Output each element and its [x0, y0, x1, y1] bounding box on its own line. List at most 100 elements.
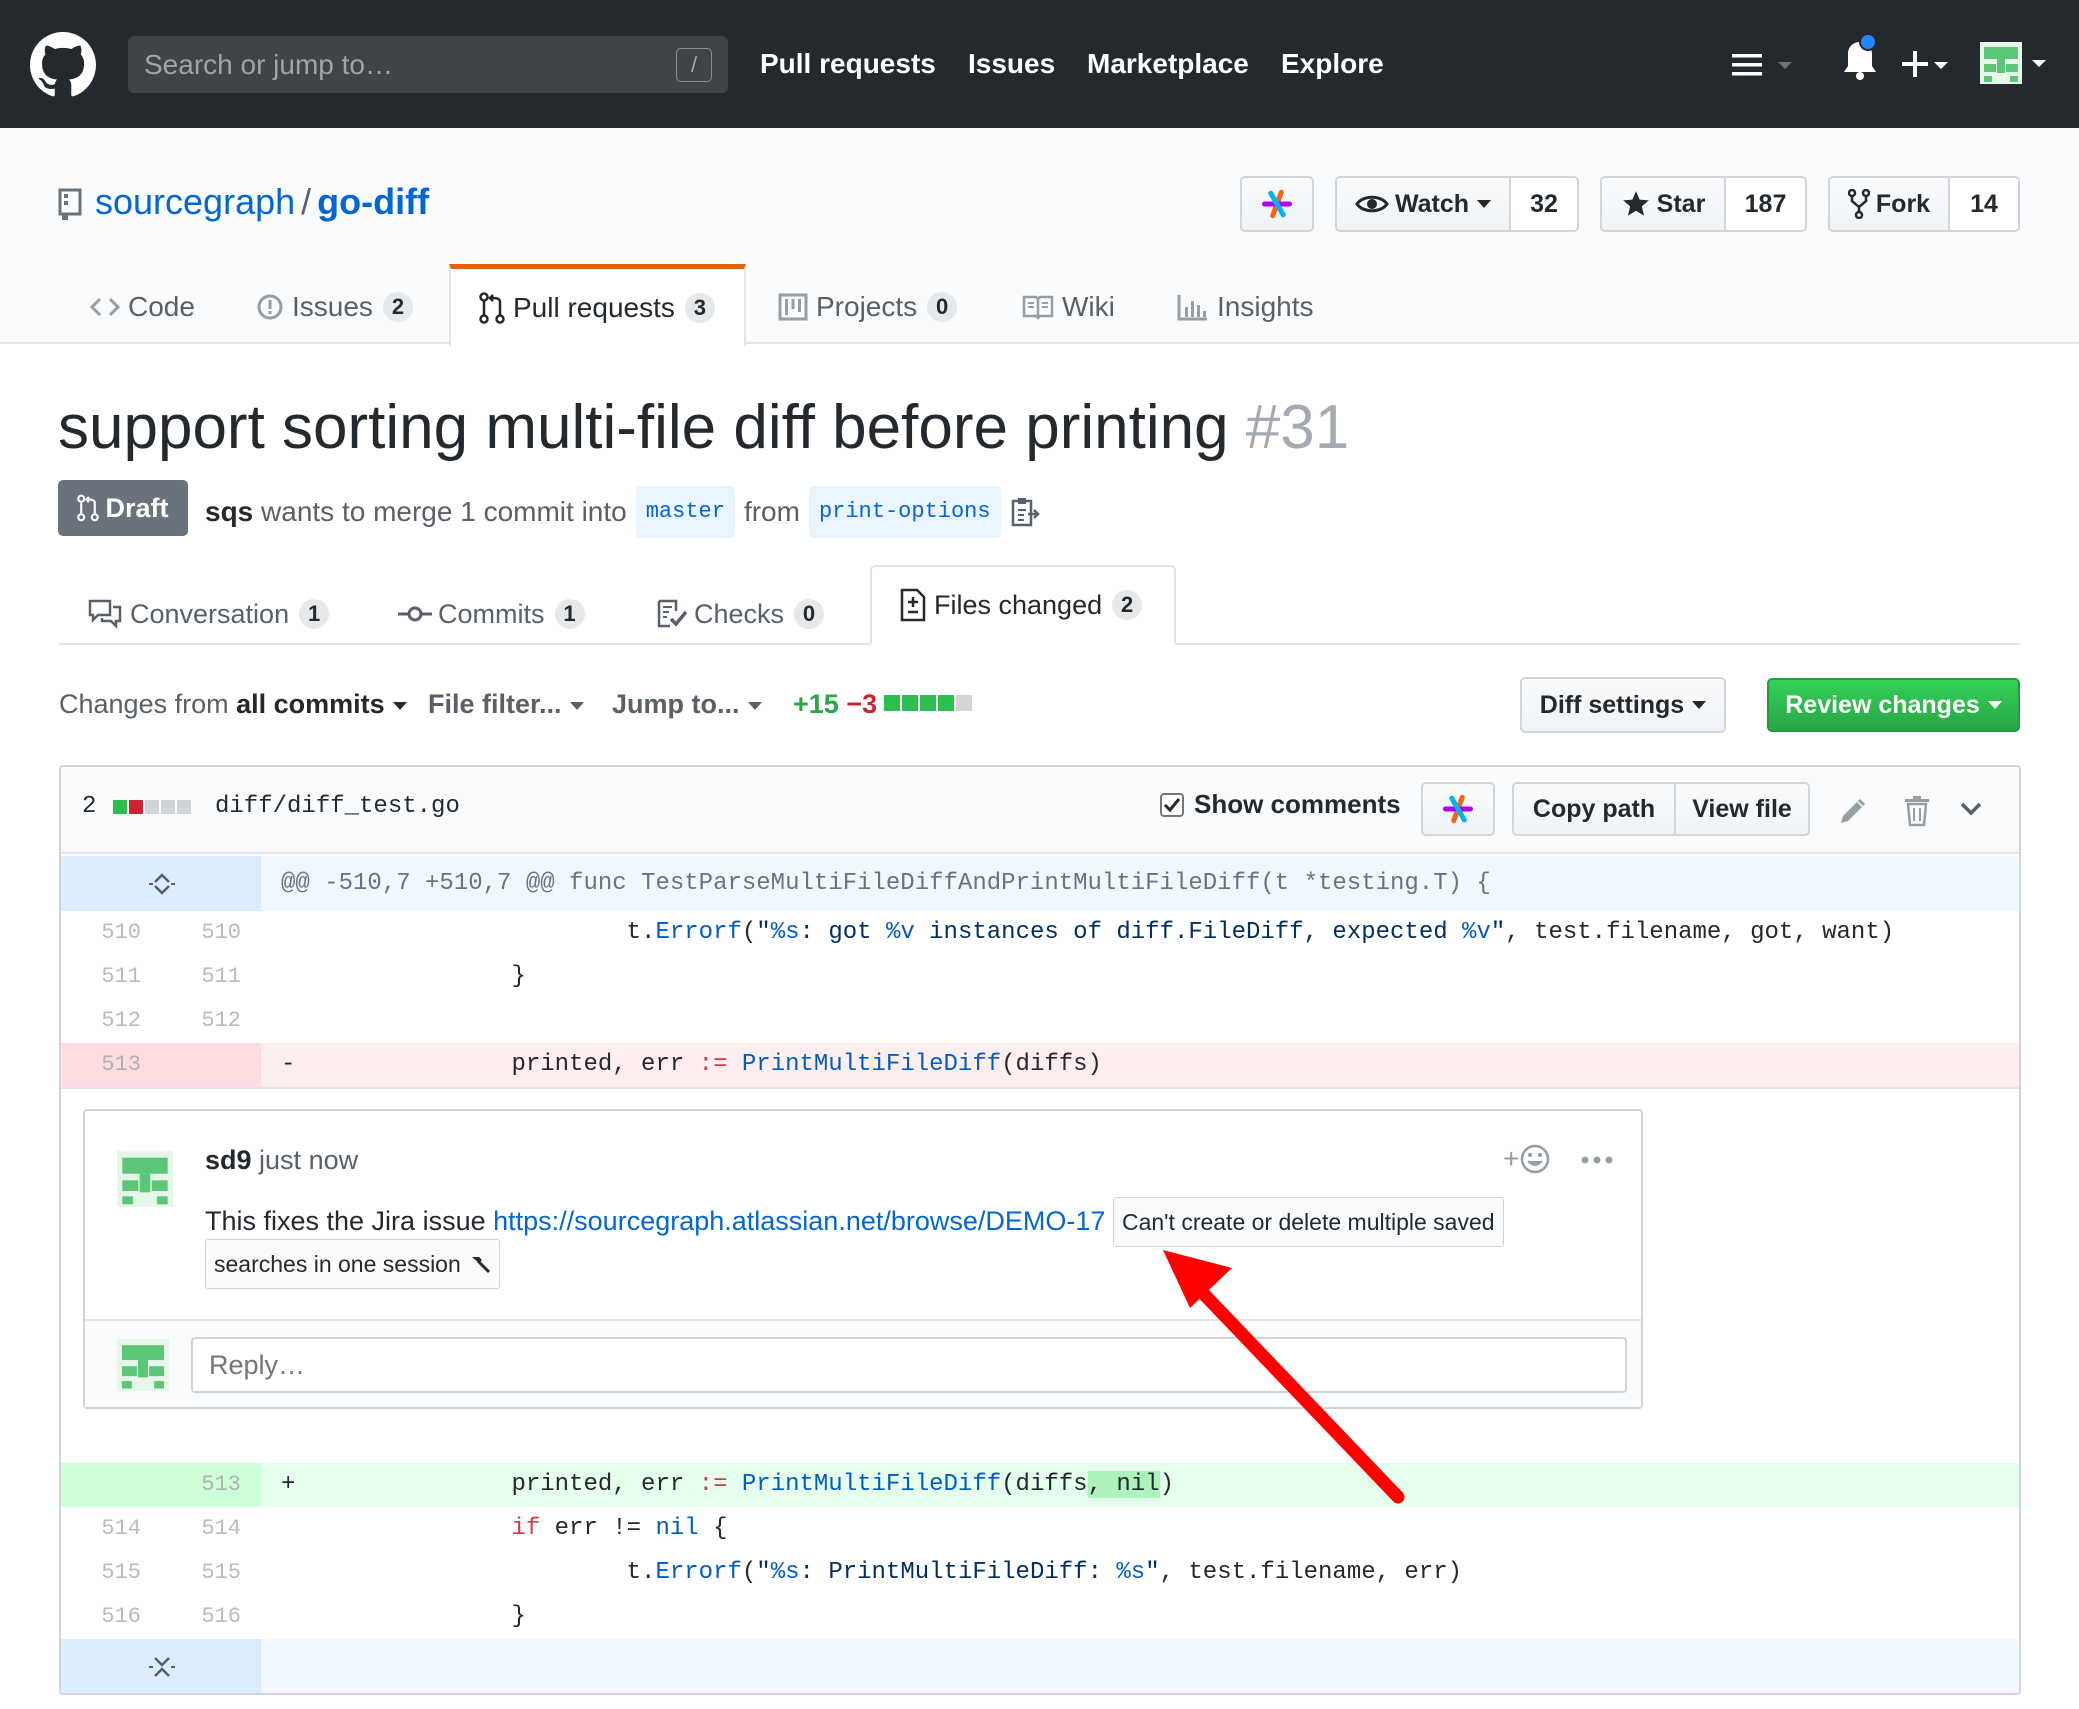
- new-line-number[interactable]: 512: [161, 999, 261, 1043]
- tab-commits-count: 1: [554, 599, 585, 629]
- deletions-count: −3: [846, 689, 878, 719]
- diffstat-neutral-square: [177, 800, 191, 814]
- tab-wiki-label: Wiki: [1062, 291, 1115, 322]
- search-box[interactable]: /: [128, 36, 728, 93]
- old-line-number[interactable]: 511: [61, 955, 161, 999]
- diff-line: 514 514 if err != nil {: [61, 1507, 2019, 1551]
- nav-explore[interactable]: Explore: [1281, 44, 1384, 84]
- commenter-avatar-icon[interactable]: [117, 1151, 173, 1207]
- hunk-header-text: @@ -510,7 +510,7 @@ func TestParseMultiF…: [281, 870, 1491, 897]
- tab-issues-count: 2: [382, 292, 413, 322]
- old-line-number[interactable]: 516: [61, 1595, 161, 1639]
- fork-button[interactable]: Fork: [1828, 176, 1950, 232]
- star-count[interactable]: 187: [1726, 176, 1807, 232]
- code-icon: [90, 297, 120, 317]
- view-file-button[interactable]: View file: [1674, 782, 1810, 836]
- hamburger-menu-icon[interactable]: [1730, 50, 1800, 80]
- reply-bar: [85, 1319, 1641, 1407]
- new-line-number[interactable]: 514: [161, 1507, 261, 1551]
- old-line-number[interactable]: 513: [61, 1043, 161, 1087]
- kebab-menu-icon[interactable]: [1581, 1155, 1613, 1165]
- clipboard-copy-icon[interactable]: [1010, 496, 1040, 528]
- watch-button[interactable]: Watch: [1335, 176, 1511, 232]
- new-line-number[interactable]: 516: [161, 1595, 261, 1639]
- comment-author-link[interactable]: sd9: [205, 1145, 252, 1175]
- user-avatar-icon[interactable]: [1980, 42, 2048, 86]
- jump-to-dropdown[interactable]: Jump to...: [612, 686, 762, 722]
- old-line-number[interactable]: 510: [61, 911, 161, 955]
- fork-icon: [1847, 189, 1870, 219]
- fork-count[interactable]: 14: [1950, 176, 2020, 232]
- eye-icon: [1355, 195, 1389, 213]
- star-button[interactable]: Star: [1600, 176, 1726, 232]
- new-line-number[interactable]: 511: [161, 955, 261, 999]
- tab-wiki[interactable]: Wiki: [1022, 270, 1115, 344]
- nav-marketplace[interactable]: Marketplace: [1087, 44, 1249, 84]
- diff-settings-button[interactable]: Diff settings: [1520, 677, 1726, 733]
- tab-projects-count: 0: [927, 292, 958, 322]
- base-branch[interactable]: master: [635, 486, 735, 538]
- tab-pull-requests-count: 3: [684, 292, 715, 323]
- checkbox-checked-icon[interactable]: [1160, 792, 1184, 817]
- old-line-number[interactable]: 515: [61, 1551, 161, 1595]
- tab-issues[interactable]: Issues 2: [256, 270, 413, 344]
- diffstat-neutral-square: [161, 800, 175, 814]
- nav-issues[interactable]: Issues: [968, 44, 1055, 84]
- chevron-down-icon[interactable]: [1959, 799, 1983, 819]
- changes-from-dropdown[interactable]: Changes from all commits: [59, 686, 407, 722]
- tab-commits[interactable]: Commits 1: [398, 585, 585, 643]
- old-line-number[interactable]: 514: [61, 1507, 161, 1551]
- file-filter-dropdown[interactable]: File filter...: [428, 686, 584, 722]
- github-logo-icon[interactable]: [30, 32, 96, 98]
- notifications-bell-icon[interactable]: [1838, 34, 1882, 84]
- search-input[interactable]: [144, 36, 664, 93]
- copy-path-button[interactable]: Copy path: [1512, 782, 1676, 836]
- file-path-link[interactable]: diff/diff_test.go: [215, 793, 460, 820]
- issue-opened-icon: [257, 294, 283, 320]
- show-comments-toggle[interactable]: Show comments: [1160, 789, 1401, 820]
- line-code: printed, err := PrintMultiFileDiff(diffs…: [281, 1051, 1102, 1078]
- tab-code[interactable]: Code: [90, 270, 195, 344]
- changes-value: all commits: [236, 689, 385, 719]
- jira-issue-link[interactable]: https://sourcegraph.atlassian.net/browse…: [493, 1206, 1105, 1236]
- hunk-footer-row: [61, 1639, 2019, 1693]
- git-pull-request-icon: [77, 494, 100, 522]
- review-changes-button[interactable]: Review changes: [1767, 678, 2020, 732]
- create-new-plus-icon[interactable]: [1900, 48, 1952, 82]
- pr-author-link[interactable]: sqs: [205, 490, 253, 534]
- new-line-number[interactable]: 513: [161, 1463, 261, 1507]
- tab-pull-requests[interactable]: Pull requests 3: [449, 264, 746, 346]
- jump-to-label: Jump to...: [612, 689, 740, 719]
- old-line-number-empty: [61, 1463, 161, 1507]
- tab-checks[interactable]: Checks 0: [656, 585, 825, 643]
- tab-insights[interactable]: Insights: [1177, 270, 1314, 344]
- old-line-number[interactable]: 512: [61, 999, 161, 1043]
- pencil-edit-icon[interactable]: [1837, 797, 1867, 827]
- tab-commits-label: Commits: [438, 598, 545, 629]
- tab-files-changed[interactable]: Files changed 2: [870, 565, 1176, 645]
- new-line-number[interactable]: 515: [161, 1551, 261, 1595]
- add-reaction-button[interactable]: +: [1503, 1143, 1551, 1175]
- trash-delete-icon[interactable]: [1903, 795, 1931, 827]
- file-header: 2 diff/diff_test.go Show comments Copy p…: [61, 767, 2019, 854]
- sourcegraph-file-button[interactable]: [1421, 782, 1495, 836]
- watch-count[interactable]: 32: [1511, 176, 1579, 232]
- comment-timestamp[interactable]: just now: [259, 1145, 358, 1175]
- line-code: }: [281, 1603, 526, 1630]
- new-line-number[interactable]: 510: [161, 911, 261, 955]
- repo-owner-link[interactable]: sourcegraph: [95, 181, 295, 222]
- expand-up-button[interactable]: [61, 856, 261, 911]
- nav-pull-requests[interactable]: Pull requests: [760, 44, 936, 84]
- changes-prefix: Changes from: [59, 689, 229, 719]
- tab-checks-label: Checks: [694, 598, 785, 629]
- repo-name-link[interactable]: go-diff: [317, 181, 429, 222]
- tab-projects[interactable]: Projects 0: [778, 270, 958, 344]
- diff-line: 511 511 }: [61, 955, 2019, 999]
- reaction-plus: +: [1503, 1143, 1520, 1174]
- expand-down-button[interactable]: [61, 1639, 261, 1693]
- reply-input[interactable]: [191, 1337, 1627, 1393]
- tab-conversation[interactable]: Conversation 1: [88, 585, 330, 643]
- sourcegraph-extension-button[interactable]: [1240, 176, 1314, 232]
- inline-comment-thread: sd9 just now + This fixes the Jira issue…: [61, 1087, 2019, 1507]
- head-branch[interactable]: print-options: [808, 486, 1001, 538]
